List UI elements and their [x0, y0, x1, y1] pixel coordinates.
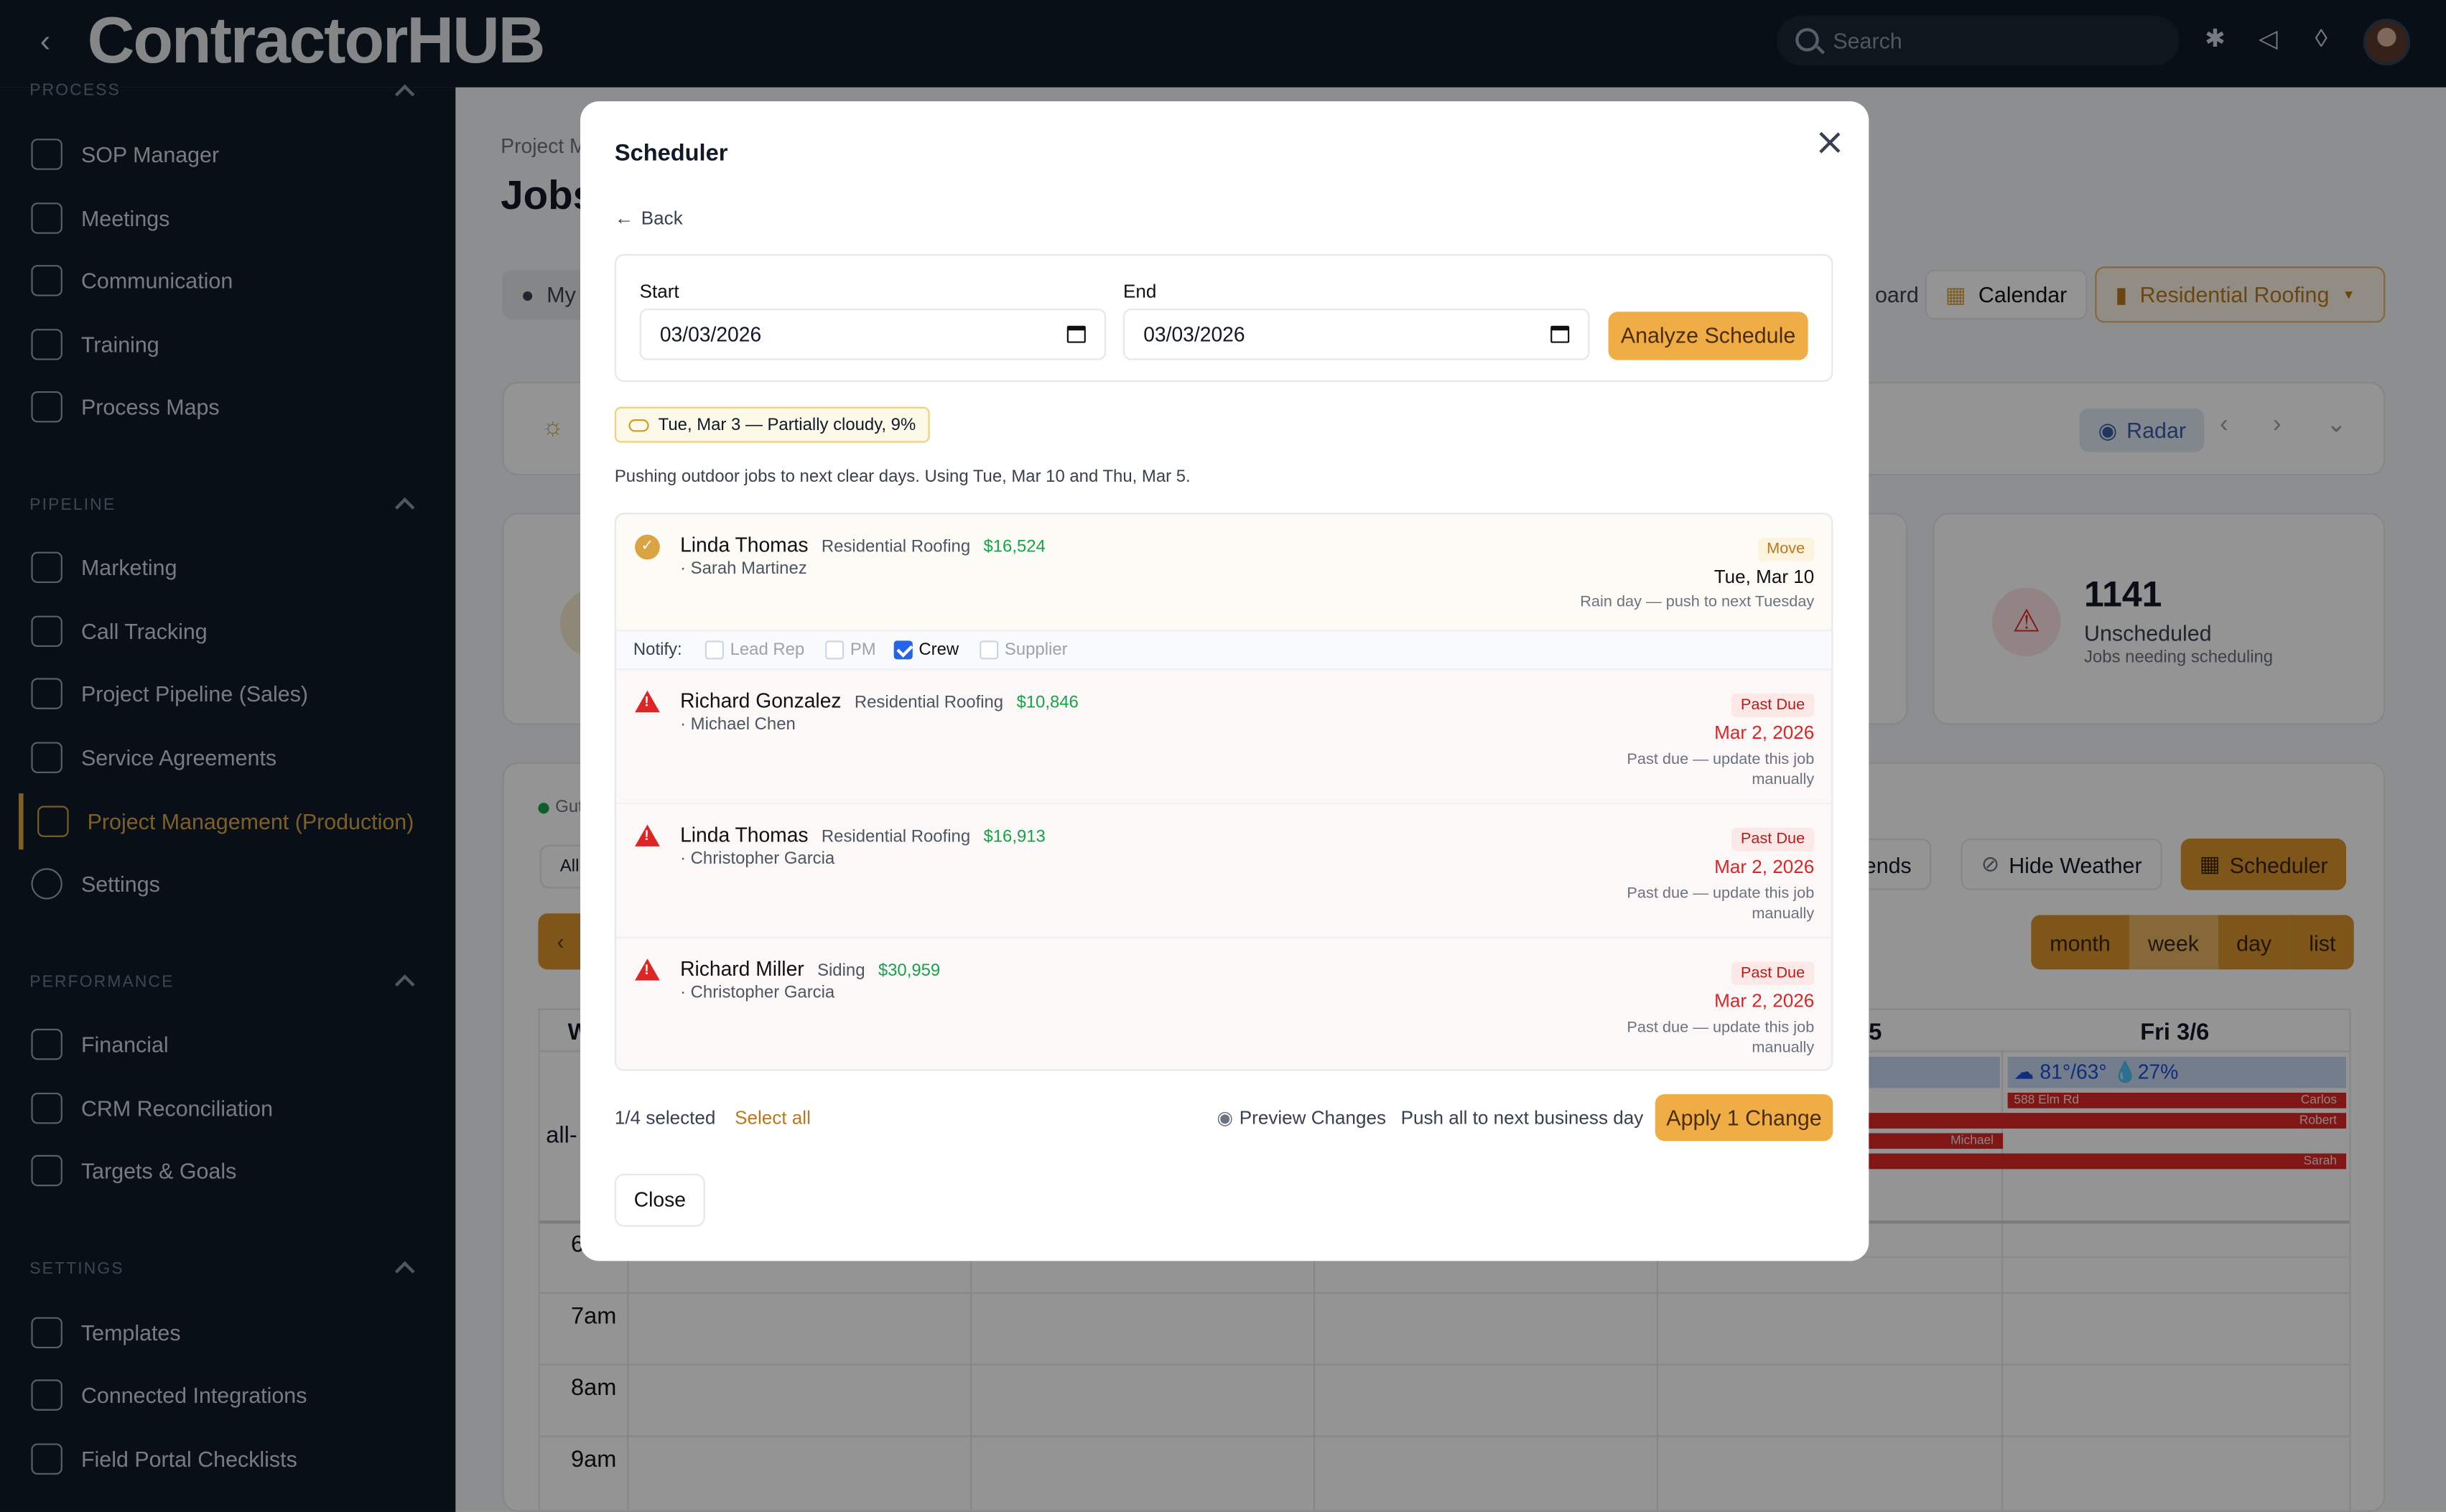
- analyze-schedule-button[interactable]: Analyze Schedule: [1608, 312, 1808, 360]
- warning-icon: [635, 824, 660, 846]
- job-list: ✓ Linda Thomas Residential Roofing $16,5…: [614, 513, 1833, 1071]
- select-all-link[interactable]: Select all: [735, 1106, 811, 1128]
- end-date-input[interactable]: 03/03/2026: [1122, 308, 1590, 360]
- status-badge: Past Due: [1731, 694, 1815, 717]
- preview-changes-button[interactable]: ◉ Preview Changes: [1217, 1106, 1386, 1128]
- past-due-note: manually: [1752, 1040, 1815, 1058]
- checkbox[interactable]: [704, 640, 724, 660]
- notify-label: Notify:: [633, 640, 682, 660]
- status-badge: Past Due: [1731, 827, 1815, 851]
- notify-supplier[interactable]: Supplier: [980, 640, 1068, 660]
- job-amount: $16,524: [983, 538, 1046, 557]
- job-type: Residential Roofing: [854, 694, 1004, 713]
- close-icon[interactable]: [1813, 126, 1847, 161]
- status-badge: Move: [1757, 538, 1815, 561]
- warning-icon: [635, 958, 660, 981]
- job-amount: $10,846: [1016, 694, 1079, 713]
- checkbox-checked[interactable]: [893, 640, 913, 660]
- end-label: End: [1122, 280, 1157, 303]
- job-amount: $16,913: [983, 827, 1046, 846]
- list-item[interactable]: ✓ Linda Thomas Residential Roofing $16,5…: [616, 514, 1832, 630]
- notify-crew[interactable]: Crew: [893, 640, 959, 660]
- past-due-note: Past due — update this job: [1627, 1019, 1815, 1037]
- close-button[interactable]: Close: [614, 1173, 705, 1227]
- list-item[interactable]: Richard Miller Siding $30,959 · Christop…: [616, 938, 1832, 1070]
- weather-chip: Tue, Mar 3 — Partially cloudy, 9%: [614, 406, 930, 443]
- job-type: Residential Roofing: [821, 538, 971, 557]
- notify-pm[interactable]: PM: [825, 640, 876, 660]
- scheduler-modal: Scheduler ← Back Start 03/03/2026 End 03/…: [580, 101, 1869, 1261]
- past-due-note: Past due — update this job: [1627, 885, 1815, 903]
- notify-lead-rep[interactable]: Lead Rep: [704, 640, 804, 660]
- calendar-icon: [1550, 325, 1570, 343]
- job-type: Residential Roofing: [821, 827, 971, 846]
- start-label: Start: [639, 280, 679, 303]
- calendar-icon: [1066, 325, 1086, 343]
- past-due-note: manually: [1752, 905, 1815, 923]
- job-assignee: · Christopher Garcia: [680, 849, 835, 869]
- modal-title: Scheduler: [614, 140, 728, 167]
- eye-icon: ◉: [1217, 1106, 1234, 1129]
- job-type: Siding: [817, 961, 865, 981]
- past-due-note: Past due — update this job: [1627, 751, 1815, 769]
- job-amount: $30,959: [878, 961, 941, 981]
- arrow-left-icon: ←: [614, 207, 633, 230]
- check-circle-icon[interactable]: ✓: [635, 534, 660, 560]
- status-badge: Past Due: [1731, 961, 1815, 986]
- past-due-note: manually: [1752, 771, 1815, 789]
- job-customer: Richard Gonzalez: [680, 689, 842, 713]
- schedule-note: Pushing outdoor jobs to next clear days.…: [614, 467, 1191, 487]
- due-date: Mar 2, 2026: [1714, 722, 1815, 744]
- new-date: Tue, Mar 10: [1713, 566, 1815, 588]
- job-assignee: · Sarah Martinez: [680, 559, 807, 579]
- apply-change-button[interactable]: Apply 1 Change: [1655, 1094, 1833, 1142]
- start-date-input[interactable]: 03/03/2026: [639, 308, 1107, 360]
- cloud-icon: [628, 418, 649, 431]
- notify-row: Notify: Lead Rep PM Crew Supplier: [616, 630, 1832, 671]
- selection-count: 1/4 selected: [614, 1106, 716, 1129]
- list-item[interactable]: Richard Gonzalez Residential Roofing $10…: [616, 670, 1832, 805]
- warning-icon: [635, 690, 660, 713]
- job-customer: Linda Thomas: [680, 823, 809, 846]
- date-range-panel: Start 03/03/2026 End 03/03/2026 Analyze …: [614, 253, 1833, 382]
- move-reason: Rain day — push to next Tuesday: [1580, 594, 1815, 612]
- checkbox[interactable]: [980, 640, 999, 660]
- job-assignee: · Christopher Garcia: [680, 983, 835, 1003]
- push-all-button[interactable]: Push all to next business day: [1401, 1106, 1644, 1128]
- due-date: Mar 2, 2026: [1714, 989, 1815, 1012]
- list-item[interactable]: Linda Thomas Residential Roofing $16,913…: [616, 804, 1832, 939]
- job-customer: Richard Miller: [680, 957, 804, 981]
- due-date: Mar 2, 2026: [1714, 855, 1815, 878]
- checkbox[interactable]: [825, 640, 845, 660]
- job-customer: Linda Thomas: [680, 533, 809, 557]
- back-link[interactable]: ← Back: [615, 207, 683, 229]
- job-assignee: · Michael Chen: [680, 715, 796, 734]
